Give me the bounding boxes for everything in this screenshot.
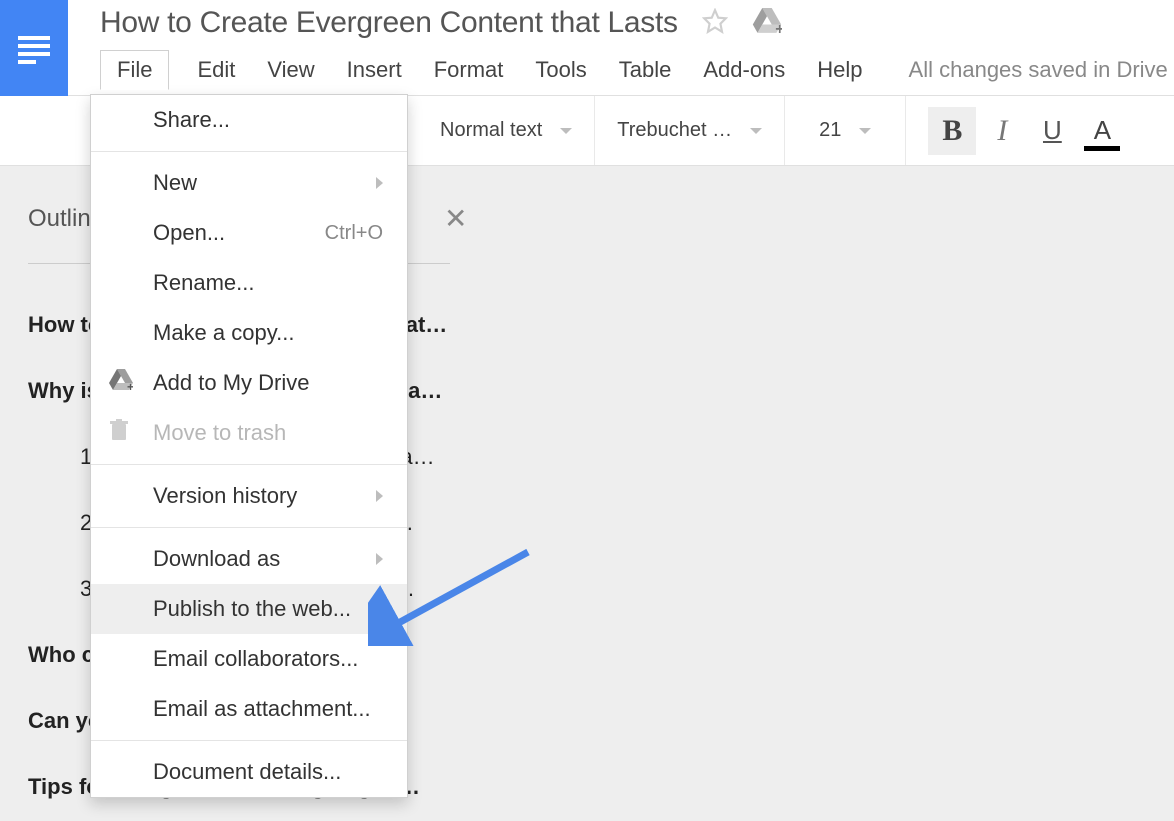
menu-edit[interactable]: Edit	[193, 55, 239, 85]
add-to-drive-icon[interactable]: +	[752, 8, 782, 39]
text-color-button[interactable]: A	[1078, 107, 1126, 155]
trash-icon	[109, 419, 129, 447]
save-status: All changes saved in Drive	[909, 57, 1168, 83]
menu-separator	[91, 527, 407, 528]
menu-bar: File Edit View Insert Format Tools Table…	[100, 50, 1174, 90]
file-menu-label: New	[153, 170, 197, 196]
menu-separator	[91, 464, 407, 465]
menu-separator	[91, 151, 407, 152]
file-menu-label: Download as	[153, 546, 280, 572]
menu-addons[interactable]: Add-ons	[699, 55, 789, 85]
text-color-bar	[1084, 146, 1120, 151]
file-menu-rename[interactable]: Rename...	[91, 258, 407, 308]
close-icon[interactable]: ✕	[444, 202, 467, 235]
chevron-right-icon	[376, 490, 383, 502]
text-color-letter: A	[1094, 115, 1111, 146]
file-menu-dropdown: Share... New Open... Ctrl+O Rename... Ma…	[90, 94, 408, 798]
file-menu-add-to-drive[interactable]: + Add to My Drive	[91, 358, 407, 408]
menu-table[interactable]: Table	[615, 55, 676, 85]
app-header: How to Create Evergreen Content that Las…	[0, 0, 1174, 96]
menu-separator	[91, 740, 407, 741]
file-menu-label: Make a copy...	[153, 320, 294, 346]
file-menu-new[interactable]: New	[91, 158, 407, 208]
file-menu-move-to-trash: Move to trash	[91, 408, 407, 458]
document-title[interactable]: How to Create Evergreen Content that Las…	[100, 6, 678, 40]
file-menu-label: Email collaborators...	[153, 646, 358, 672]
file-menu-label: Share...	[153, 107, 230, 133]
font-family-label: Trebuchet …	[617, 119, 732, 142]
font-size-label: 21	[819, 119, 841, 142]
star-icon[interactable]	[702, 8, 728, 39]
file-menu-download-as[interactable]: Download as	[91, 534, 407, 584]
file-menu-label: Document details...	[153, 759, 341, 785]
chevron-down-icon	[859, 128, 871, 134]
menu-view[interactable]: View	[263, 55, 318, 85]
file-menu-open[interactable]: Open... Ctrl+O	[91, 208, 407, 258]
docs-logo[interactable]	[0, 0, 68, 96]
file-menu-label: Version history	[153, 483, 297, 509]
italic-button[interactable]: I	[978, 107, 1026, 155]
file-menu-document-details[interactable]: Document details...	[91, 747, 407, 797]
font-family-dropdown[interactable]: Trebuchet …	[595, 96, 785, 165]
svg-text:+: +	[775, 20, 782, 33]
chevron-down-icon	[750, 128, 762, 134]
file-menu-share[interactable]: Share...	[91, 95, 407, 145]
chevron-down-icon	[560, 128, 572, 134]
document-canvas[interactable]	[478, 166, 1174, 821]
paragraph-style-label: Normal text	[440, 119, 542, 142]
drive-icon: +	[109, 369, 133, 397]
menu-format[interactable]: Format	[430, 55, 508, 85]
file-menu-label: Publish to the web...	[153, 596, 351, 622]
menu-tools[interactable]: Tools	[531, 55, 590, 85]
menu-insert[interactable]: Insert	[343, 55, 406, 85]
file-menu-label: Add to My Drive	[153, 370, 310, 396]
bold-button[interactable]: B	[928, 107, 976, 155]
file-menu-label: Rename...	[153, 270, 255, 296]
file-menu-email-as-attachment[interactable]: Email as attachment...	[91, 684, 407, 734]
file-menu-make-copy[interactable]: Make a copy...	[91, 308, 407, 358]
menu-file[interactable]: File	[100, 50, 169, 90]
file-menu-version-history[interactable]: Version history	[91, 471, 407, 521]
file-menu-label: Move to trash	[153, 420, 286, 446]
font-size-dropdown[interactable]: 21	[785, 96, 906, 165]
file-menu-label: Email as attachment...	[153, 696, 371, 722]
file-menu-shortcut: Ctrl+O	[325, 222, 383, 245]
svg-text:+: +	[127, 380, 133, 391]
file-menu-email-collaborators[interactable]: Email collaborators...	[91, 634, 407, 684]
chevron-right-icon	[376, 553, 383, 565]
docs-logo-icon	[14, 28, 54, 68]
menu-help[interactable]: Help	[813, 55, 866, 85]
file-menu-label: Open...	[153, 220, 225, 246]
chevron-right-icon	[376, 177, 383, 189]
file-menu-publish-to-web[interactable]: Publish to the web...	[91, 584, 407, 634]
underline-button[interactable]: U	[1028, 107, 1076, 155]
